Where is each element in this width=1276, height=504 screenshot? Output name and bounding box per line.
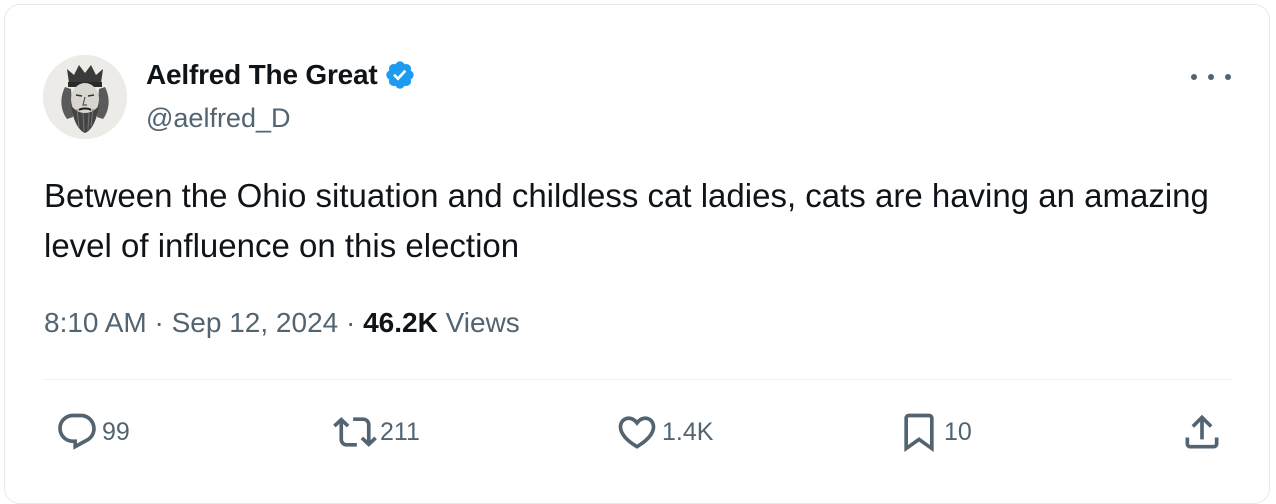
share-icon — [1185, 414, 1219, 449]
meta-separator: · — [346, 307, 364, 338]
reply-count: 99 — [102, 417, 130, 446]
author-display-name[interactable]: Aelfred The Great — [146, 59, 378, 91]
tweet-date[interactable]: Sep 12, 2024 — [172, 307, 339, 338]
more-options-icon[interactable] — [1191, 63, 1231, 91]
heart-icon — [618, 416, 656, 449]
tweet-meta: 8:10 AM · Sep 12, 2024 · 46.2K Views — [44, 307, 520, 339]
tweet-card: Aelfred The Great @aelfred_D Between the… — [4, 4, 1270, 504]
tweet-time[interactable]: 8:10 AM — [44, 307, 147, 338]
meta-separator: · — [154, 307, 172, 338]
retweet-icon — [333, 417, 377, 447]
more-dot — [1225, 74, 1231, 80]
tweet-text: Between the Ohio situation and childless… — [44, 177, 1209, 264]
views-label[interactable]: Views — [446, 307, 520, 338]
retweet-button[interactable]: 211 — [333, 410, 420, 454]
views-count[interactable]: 46.2K — [363, 307, 438, 338]
author-name-row[interactable]: Aelfred The Great — [146, 59, 416, 91]
more-dot — [1208, 74, 1214, 80]
share-button[interactable] — [1180, 410, 1224, 454]
verified-badge-icon[interactable] — [384, 59, 416, 91]
bookmark-button[interactable]: 10 — [897, 410, 972, 454]
crowned-king-portrait-icon — [43, 55, 127, 139]
bookmark-count: 10 — [944, 417, 972, 446]
retweet-count: 211 — [380, 417, 420, 446]
more-dot — [1191, 74, 1197, 80]
divider — [43, 379, 1233, 380]
reply-icon — [58, 413, 96, 450]
bookmark-icon — [904, 413, 934, 453]
like-button[interactable]: 1.4K — [615, 410, 713, 454]
author-handle[interactable]: @aelfred_D — [146, 103, 290, 134]
like-count: 1.4K — [662, 417, 714, 446]
avatar[interactable] — [43, 55, 127, 139]
reply-button[interactable]: 99 — [55, 410, 130, 454]
